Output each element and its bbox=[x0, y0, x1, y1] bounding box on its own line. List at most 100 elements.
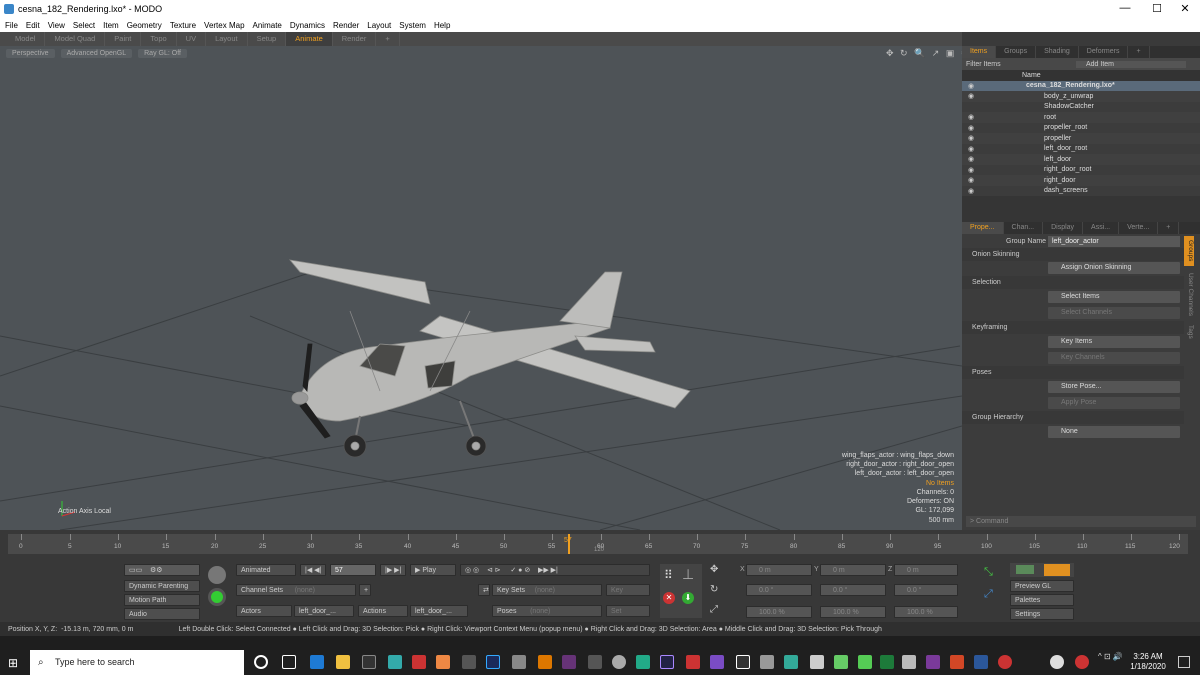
key-items-button[interactable]: Key Items bbox=[1048, 336, 1180, 348]
key-controls[interactable]: ◎ ◎ ⊲ ⊳ ✓ ● ⊘ ▶▶ ▶| bbox=[460, 564, 650, 576]
onenote-icon[interactable] bbox=[926, 655, 940, 669]
tab-render[interactable]: Render bbox=[333, 32, 377, 46]
animation-mode-dropdown[interactable]: Animated bbox=[236, 564, 296, 576]
tab-add[interactable]: + bbox=[376, 32, 400, 46]
menu-geometry[interactable]: Geometry bbox=[127, 21, 162, 30]
app-icon[interactable] bbox=[784, 655, 798, 669]
section-onion-skinning[interactable]: Onion Skinning bbox=[962, 248, 1184, 261]
pos-y-field[interactable]: 0 m bbox=[820, 564, 886, 576]
file-explorer-icon[interactable] bbox=[336, 655, 350, 669]
app-icon[interactable] bbox=[562, 655, 576, 669]
photoshop-icon[interactable] bbox=[486, 655, 500, 669]
task-view-icon[interactable] bbox=[282, 655, 296, 669]
eye-icon[interactable]: ◉ bbox=[968, 113, 974, 121]
record-toggle-icon[interactable] bbox=[208, 588, 226, 606]
word-icon[interactable] bbox=[974, 655, 988, 669]
tab-add[interactable]: + bbox=[1158, 222, 1180, 234]
maximize-button[interactable]: ☐ bbox=[1142, 2, 1172, 15]
grid-snap-icon[interactable]: ⠿ bbox=[664, 568, 673, 582]
position-icon[interactable]: ✥ bbox=[710, 564, 718, 575]
tab-display[interactable]: Display bbox=[1043, 222, 1084, 234]
tab-items[interactable]: Items bbox=[962, 46, 997, 58]
viewport-nav-tools[interactable]: ✥ ↻ 🔍 ↗ ▣ ⚙ bbox=[886, 48, 971, 59]
visual-studio-icon[interactable] bbox=[710, 655, 724, 669]
step-forward-buttons[interactable]: |▶ ▶| bbox=[380, 564, 406, 576]
group-parent-dropdown[interactable]: None bbox=[1048, 426, 1180, 438]
side-tab-groups[interactable]: Groups bbox=[1184, 236, 1194, 266]
settings-button[interactable]: Settings bbox=[1010, 608, 1074, 620]
system-tray-icons[interactable]: ^ ⊡ 🔊 bbox=[1098, 652, 1123, 661]
section-selection[interactable]: Selection bbox=[962, 276, 1184, 289]
tab-animate[interactable]: Animate bbox=[286, 32, 333, 46]
tab-assign[interactable]: Assi... bbox=[1083, 222, 1120, 234]
powerpoint-icon[interactable] bbox=[950, 655, 964, 669]
actor-dropdown[interactable]: left_door_... bbox=[294, 605, 354, 617]
add-item-dropdown[interactable]: Add Item bbox=[1076, 60, 1186, 68]
eye-icon[interactable]: ◉ bbox=[968, 145, 974, 153]
taskbar-search-input[interactable]: ⌕ Type here to search bbox=[30, 650, 244, 675]
pivot-icon[interactable]: ⊥ bbox=[682, 566, 694, 583]
side-tab-user-channels[interactable]: User Channels bbox=[1184, 268, 1194, 320]
list-item[interactable]: ◉ body_z_unwrap bbox=[962, 91, 1200, 102]
menu-animate[interactable]: Animate bbox=[253, 21, 282, 30]
app-icon[interactable] bbox=[902, 655, 916, 669]
action-dropdown[interactable]: left_door_... bbox=[410, 605, 468, 617]
tab-setup[interactable]: Setup bbox=[248, 32, 287, 46]
view-mode-dropdown[interactable]: Perspective bbox=[6, 48, 55, 58]
menu-layout[interactable]: Layout bbox=[367, 21, 391, 30]
list-item[interactable]: ◉ propeller_root bbox=[962, 123, 1200, 134]
key-sets-icon[interactable]: ⇄ bbox=[478, 584, 490, 596]
tab-paint[interactable]: Paint bbox=[105, 32, 142, 46]
cortana-icon[interactable] bbox=[254, 655, 268, 669]
substance-icon[interactable] bbox=[538, 655, 552, 669]
app-icon[interactable] bbox=[736, 655, 750, 669]
menu-edit[interactable]: Edit bbox=[26, 21, 40, 30]
preview-gl-button[interactable]: Preview GL bbox=[1010, 580, 1074, 592]
windows-start-icon[interactable]: ⊞ bbox=[8, 656, 18, 670]
menu-system[interactable]: System bbox=[399, 21, 426, 30]
cancel-icon[interactable]: ✕ bbox=[663, 592, 675, 604]
actors-button[interactable]: Actors bbox=[236, 605, 292, 617]
app-icon[interactable] bbox=[512, 655, 526, 669]
tab-channels[interactable]: Chan... bbox=[1004, 222, 1044, 234]
after-effects-icon[interactable] bbox=[660, 655, 674, 669]
tab-properties[interactable]: Prope... bbox=[962, 222, 1004, 234]
key-sets-dropdown[interactable]: Key Sets (none) bbox=[492, 584, 602, 596]
tab-vertex[interactable]: Verte... bbox=[1119, 222, 1159, 234]
world-axis-icon[interactable]: ⤡ bbox=[984, 566, 993, 579]
list-item[interactable]: ◉ cesna_182_Rendering.lxo* bbox=[962, 80, 1200, 91]
eye-icon[interactable]: ◉ bbox=[968, 92, 974, 100]
store-pose-button[interactable]: Store Pose... bbox=[1048, 381, 1180, 393]
app-icon[interactable] bbox=[636, 655, 650, 669]
tab-uv[interactable]: UV bbox=[177, 32, 207, 46]
play-button[interactable]: ▶ Play bbox=[410, 564, 456, 576]
tab-shading[interactable]: Shading bbox=[1036, 46, 1079, 58]
apply-pose-button[interactable]: Apply Pose bbox=[1048, 397, 1180, 409]
app-icon[interactable] bbox=[588, 655, 602, 669]
tab-model-quad[interactable]: Model Quad bbox=[45, 32, 106, 46]
timeline-ruler[interactable]: 0 5 10 15 20 25 30 35 40 45 50 55 60 65 … bbox=[8, 534, 1188, 554]
tab-layout[interactable]: Layout bbox=[206, 32, 248, 46]
eye-icon[interactable]: ◉ bbox=[968, 176, 974, 184]
app-icon[interactable] bbox=[412, 655, 426, 669]
section-keyframing[interactable]: Keyframing bbox=[962, 321, 1184, 334]
list-item[interactable]: ◉ dash_screens bbox=[962, 186, 1200, 197]
tab-model[interactable]: Model bbox=[6, 32, 46, 46]
menu-texture[interactable]: Texture bbox=[170, 21, 196, 30]
auto-key-icon[interactable] bbox=[208, 566, 226, 584]
app-icon[interactable] bbox=[760, 655, 774, 669]
menu-render[interactable]: Render bbox=[333, 21, 359, 30]
select-items-button[interactable]: Select Items bbox=[1048, 291, 1180, 303]
rotation-icon[interactable]: ↻ bbox=[710, 584, 718, 595]
timeline-mode-toggle[interactable]: ▭▭ ⚙⚙ bbox=[124, 564, 200, 576]
pos-x-field[interactable]: 0 m bbox=[746, 564, 812, 576]
menu-file[interactable]: File bbox=[5, 21, 18, 30]
side-tab-tags[interactable]: Tags bbox=[1184, 322, 1194, 342]
list-item[interactable]: ◉ propeller bbox=[962, 133, 1200, 144]
rot-x-field[interactable]: 0.0 ° bbox=[746, 584, 812, 596]
raygl-toggle[interactable]: Ray GL: Off bbox=[138, 48, 187, 58]
list-item[interactable]: ◉ right_door_root bbox=[962, 165, 1200, 176]
tab-deformers[interactable]: Deformers bbox=[1079, 46, 1129, 58]
app-icon[interactable] bbox=[462, 655, 476, 669]
preview-toggle-right[interactable] bbox=[1044, 564, 1070, 576]
